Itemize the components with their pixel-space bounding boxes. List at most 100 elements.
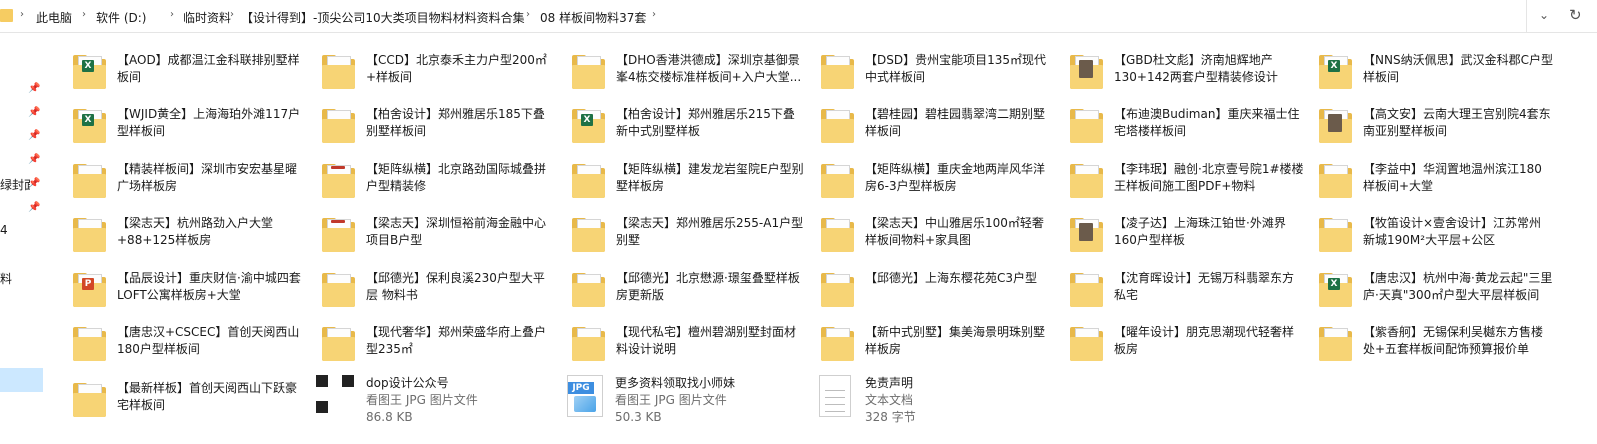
folder-item[interactable]: 【碧桂园】碧桂园翡翠湾二期别墅样板间 [820, 104, 1060, 154]
chevron-down-icon[interactable]: ⌄ [1539, 8, 1549, 22]
folder-item[interactable]: 【DSD】贵州宝能项目135㎡现代中式样板间 [820, 50, 1060, 100]
folder-name: 【WJID黄全】上海海珀外滩117户型样板间 [117, 107, 301, 138]
nav-item-label[interactable]: 绿封面 [0, 176, 30, 193]
folder-name: 【NNS纳沃佩思】武汉金科郡C户型样板间 [1363, 53, 1553, 84]
folder-icon [820, 162, 856, 200]
breadcrumb-item[interactable]: 08 样板间物料37套 [540, 9, 646, 26]
folder-name: 【最新样板】首创天阅西山下跃豪宅样板间 [117, 381, 298, 412]
folder-name: 【高文安】云南大理王宫别院4套东南亚别墅样板间 [1363, 107, 1551, 138]
folder-item[interactable]: 【GBD杜文彪】济南旭辉地产130+142两套户型精装修设计 [1069, 50, 1309, 100]
folder-icon [72, 162, 108, 200]
excel-icon: X [1328, 60, 1340, 72]
folder-item[interactable]: 【沈育晖设计】无锡万科翡翠东方私宅 [1069, 268, 1309, 318]
folder-icon [1069, 162, 1105, 200]
nav-item-selected[interactable] [0, 368, 43, 392]
folder-item[interactable]: X 【柏舍设计】郑州雅居乐215下叠新中式别墅样板 [571, 104, 811, 154]
folder-icon [321, 107, 357, 145]
folder-item[interactable]: 【现代奢华】郑州荣盛华府上叠户型235㎡ [321, 322, 561, 372]
jpg-tag: JPG [568, 382, 594, 394]
folder-item[interactable]: 【现代私宅】檀州碧湖别墅封面材料设计说明 [571, 322, 811, 372]
breadcrumb-item[interactable]: 软件 (D:) [96, 9, 146, 26]
folder-icon [1069, 107, 1105, 145]
folder-name: 【DSD】贵州宝能项目135㎡现代中式样板间 [865, 53, 1047, 84]
folder-icon [1318, 325, 1354, 363]
chevron-right-icon[interactable]: › [170, 9, 174, 20]
pin-icon[interactable]: 📌 [28, 130, 40, 141]
file-item[interactable]: 免责声明 文本文档 328 字节 [815, 375, 1055, 425]
folder-icon [1318, 216, 1354, 254]
jpg-icon: JPG [565, 375, 603, 417]
folder-item[interactable]: 【唐忠汉+CSCEC】首创天阅西山180户型样板间 [72, 322, 312, 372]
chevron-right-icon[interactable]: › [20, 9, 24, 20]
excel-icon: X [82, 114, 94, 126]
chevron-right-icon[interactable]: › [230, 9, 234, 20]
folder-item[interactable]: 【矩阵纵横】建发龙岩玺院E户型别墅样板房 [571, 159, 811, 209]
folder-name: 【紫香舸】无锡保利吴樾东方售楼处+五套样板间配饰预算报价单 [1363, 325, 1544, 356]
folder-icon [321, 162, 357, 200]
folder-item[interactable]: 【精装样板间】深圳市安宏基星曜广场样板房 [72, 159, 312, 209]
folder-item[interactable]: 【紫香舸】无锡保利吴樾东方售楼处+五套样板间配饰预算报价单 [1318, 322, 1558, 372]
folder-icon [820, 53, 856, 91]
folder-item[interactable]: 【梁志天】杭州路劲入户大堂+88+125样板房 [72, 213, 312, 263]
pin-icon[interactable]: 📌 [28, 202, 40, 213]
folder-item[interactable]: X 【WJID黄全】上海海珀外滩117户型样板间 [72, 104, 312, 154]
folder-item[interactable]: 【邱德光】上海东樱花苑C3户型 [820, 268, 1060, 318]
chevron-right-icon[interactable]: › [652, 9, 656, 20]
pin-icon[interactable]: 📌 [28, 107, 40, 118]
folder-item[interactable]: 【DHO香港洪德成】深圳京基御景峯4栋交楼标准样板间+入户大堂... [571, 50, 811, 100]
folder-name: 【柏舍设计】郑州雅居乐215下叠新中式别墅样板 [616, 107, 795, 138]
pin-icon[interactable]: 📌 [28, 83, 40, 94]
folder-name: 【梁志天】杭州路劲入户大堂+88+125样板房 [117, 216, 274, 247]
folder-item[interactable]: P 【品辰设计】重庆财信·渝中城四套LOFT公寓样板房+大堂 [72, 268, 312, 318]
folder-name: 【现代私宅】檀州碧湖别墅封面材料设计说明 [616, 325, 797, 356]
folder-item[interactable]: 【最新样板】首创天阅西山下跃豪宅样板间 [72, 378, 312, 428]
folder-icon [1069, 53, 1105, 91]
folder-item[interactable]: 【牧笛设计×壹舍设计】江苏常州新城190M²大平层+公区 [1318, 213, 1558, 263]
nav-item-label[interactable]: 料 [0, 270, 30, 287]
refresh-icon[interactable]: ↻ [1569, 6, 1582, 24]
folder-item[interactable]: 【梁志天】郑州雅居乐255-A1户型别墅 [571, 213, 811, 263]
folder-item[interactable]: 【CCD】北京泰禾主力户型200㎡+样板间 [321, 50, 561, 100]
file-item[interactable]: dop设计公众号 看图王 JPG 图片文件 86.8 KB [316, 375, 556, 425]
file-item[interactable]: JPG 更多资料领取找小师妹 看图王 JPG 图片文件 50.3 KB [565, 375, 805, 425]
folder-name: 【李益中】华润置地温州滨江180样板间+大堂 [1363, 162, 1542, 193]
folder-icon [820, 271, 856, 309]
folder-item[interactable]: 【梁志天】中山雅居乐100㎡轻奢样板间物料+家具图 [820, 213, 1060, 263]
folder-item[interactable]: 【新中式别墅】集美海景明珠别墅样板房 [820, 322, 1060, 372]
excel-icon: X [581, 114, 593, 126]
folder-item[interactable]: 【高文安】云南大理王宫别院4套东南亚别墅样板间 [1318, 104, 1558, 154]
breadcrumb-item[interactable]: 此电脑 [36, 9, 72, 26]
folder-item[interactable]: X 【唐忠汉】杭州中海·黄龙云起"三里庐·天真"300㎡户型大平层样板间 [1318, 268, 1558, 318]
folder-item[interactable]: 【曜年设计】朋克思潮现代轻奢样板房 [1069, 322, 1309, 372]
breadcrumb-item[interactable]: 临时资料 [183, 9, 231, 26]
chevron-right-icon[interactable]: › [82, 9, 86, 20]
folder-name: 【牧笛设计×壹舍设计】江苏常州新城190M²大平层+公区 [1363, 216, 1542, 247]
folder-icon [571, 325, 607, 363]
folder-item[interactable]: 【李益中】华润置地温州滨江180样板间+大堂 [1318, 159, 1558, 209]
folder-item[interactable]: 【邱德光】北京懋源·璟玺叠墅样板房更新版 [571, 268, 811, 318]
folder-item[interactable]: 【邱德光】保利良溪230户型大平层 物料书 [321, 268, 561, 318]
thumbnail-icon [1328, 114, 1342, 132]
folder-icon [0, 9, 13, 22]
folder-icon: X [1318, 271, 1354, 309]
folder-item[interactable]: X 【AOD】成都温江金科联排别墅样板间 [72, 50, 312, 100]
folder-item[interactable]: 【柏舍设计】郑州雅居乐185下叠别墅样板间 [321, 104, 561, 154]
breadcrumb-item[interactable]: 【设计得到】-顶尖公司10大类项目物料材料资料合集 [241, 9, 525, 26]
folder-item[interactable]: 【凌子达】上海珠江铂世·外滩界160户型样板 [1069, 213, 1309, 263]
folder-item[interactable]: 【矩阵纵横】北京路劲国际城叠拼户型精装修 [321, 159, 561, 209]
folder-item[interactable]: 【李玮珉】融创·北京壹号院1#楼楼王样板间施工图PDF+物料 [1069, 159, 1309, 209]
text-file-icon [815, 375, 853, 417]
nav-item-label[interactable]: 4 [0, 223, 30, 237]
folder-item[interactable]: 【矩阵纵横】重庆金地两岸风华洋房6-3户型样板房 [820, 159, 1060, 209]
folder-item[interactable]: 【布迪澳Budiman】重庆来福士住宅塔楼样板间 [1069, 104, 1309, 154]
pin-icon[interactable]: 📌 [28, 154, 40, 165]
folder-item[interactable]: X 【NNS纳沃佩思】武汉金科郡C户型样板间 [1318, 50, 1558, 100]
folder-icon [72, 381, 108, 419]
folder-icon [1318, 107, 1354, 145]
folder-item[interactable]: 【梁志天】深圳恒裕前海金融中心项目B户型 [321, 213, 561, 263]
chevron-right-icon[interactable]: › [526, 9, 530, 20]
address-bar-controls: ⌄ ↻ [1526, 0, 1597, 32]
file-type: 看图王 JPG 图片文件 [366, 393, 478, 407]
address-bar[interactable]: › 此电脑 › 软件 (D:) › 临时资料 › 【设计得到】-顶尖公司10大类… [0, 0, 1597, 33]
folder-icon: X [72, 53, 108, 91]
